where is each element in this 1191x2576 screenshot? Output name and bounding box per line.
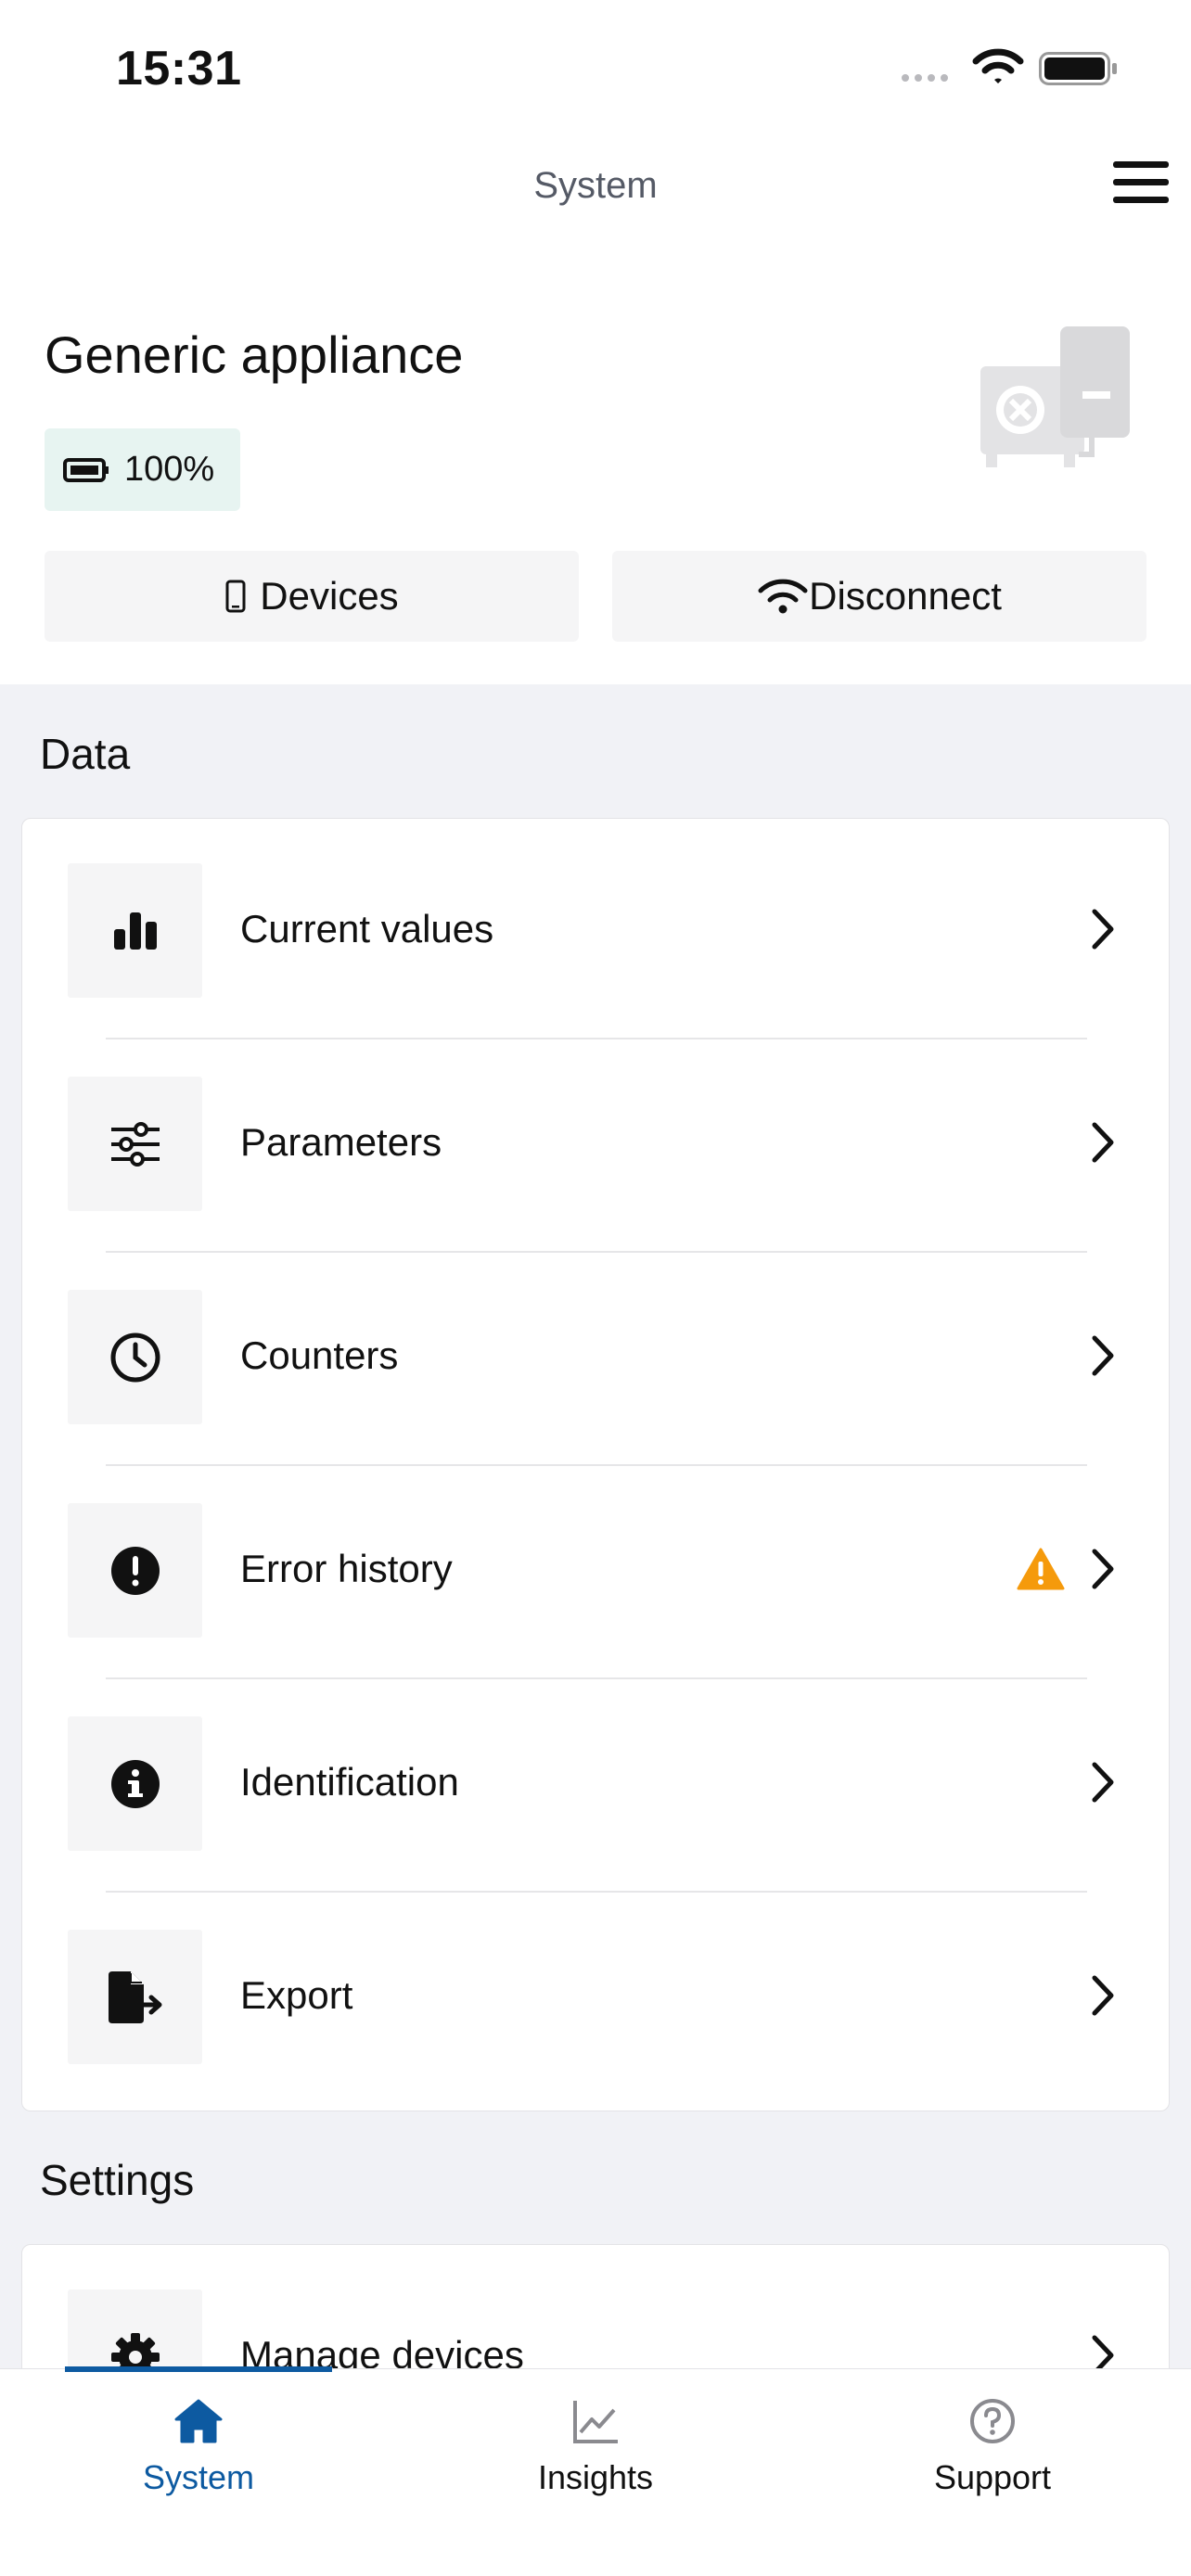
- list-item-current-values[interactable]: Current values: [22, 819, 1169, 1032]
- chevron-right-icon: [1092, 1762, 1114, 1803]
- clock-icon: [110, 1333, 160, 1382]
- list-item-label: Identification: [240, 1760, 459, 1804]
- tab-label: System: [142, 2458, 255, 2496]
- list-item-parameters[interactable]: Parameters: [22, 1032, 1169, 1245]
- list-item-identification[interactable]: Identification: [22, 1672, 1169, 1885]
- phone-icon: [225, 580, 246, 613]
- battery-icon: [63, 457, 109, 482]
- line-chart-icon: [573, 2401, 618, 2443]
- bottom-tab-bar: System Insights Support: [0, 2366, 1191, 2576]
- chevron-right-icon: [1092, 1335, 1114, 1376]
- file-export-icon: [108, 1970, 161, 2023]
- tab-label: Insights: [537, 2458, 654, 2496]
- chevron-right-icon: [1092, 909, 1114, 950]
- exclamation-circle-icon: [110, 1546, 160, 1595]
- list-item-counters[interactable]: Counters: [22, 1245, 1169, 1459]
- chevron-right-icon: [1092, 1122, 1114, 1163]
- hamburger-menu-icon[interactable]: [1113, 161, 1169, 210]
- tab-insights[interactable]: Insights: [397, 2395, 794, 2525]
- list-item-label: Parameters: [240, 1120, 442, 1164]
- info-circle-icon: [110, 1759, 160, 1808]
- battery-level: 100%: [124, 450, 215, 489]
- bar-chart-icon: [113, 912, 157, 950]
- devices-button[interactable]: Devices: [45, 551, 579, 642]
- warning-icon: [1017, 1548, 1065, 1590]
- active-tab-indicator: [65, 2366, 332, 2372]
- battery-status-icon: [1039, 52, 1117, 85]
- appliance-image-icon: [980, 326, 1130, 467]
- question-circle-icon: [970, 2399, 1015, 2443]
- wifi-icon: [758, 579, 808, 614]
- chevron-right-icon: [1092, 1549, 1114, 1589]
- appliance-name: Generic appliance: [45, 325, 464, 384]
- list-item-label: Current values: [240, 907, 494, 950]
- data-card: Current values Parameters Counters Error…: [21, 818, 1170, 2111]
- tab-system[interactable]: System: [0, 2395, 397, 2525]
- list-item-export[interactable]: Export: [22, 1885, 1169, 2098]
- disconnect-button[interactable]: Disconnect: [612, 551, 1146, 642]
- section-title-settings: Settings: [40, 2156, 195, 2204]
- list-item-label: Export: [240, 1973, 353, 2017]
- section-title-data: Data: [40, 730, 131, 778]
- tab-support[interactable]: Support: [794, 2395, 1191, 2525]
- home-icon: [174, 2399, 223, 2443]
- list-item-label: Error history: [240, 1547, 453, 1590]
- status-time: 15:31: [116, 42, 242, 96]
- disconnect-button-label: Disconnect: [809, 574, 1002, 618]
- tab-label: Support: [933, 2458, 1052, 2496]
- sliders-icon: [110, 1121, 160, 1167]
- battery-badge: 100%: [45, 428, 240, 511]
- page-title: System: [533, 165, 658, 206]
- status-bar: 15:31: [0, 0, 1191, 130]
- cellular-signal-icon: [902, 74, 948, 82]
- list-item-error-history[interactable]: Error history: [22, 1459, 1169, 1672]
- list-item-label: Counters: [240, 1333, 399, 1377]
- devices-button-label: Devices: [260, 574, 399, 618]
- chevron-right-icon: [1092, 1975, 1114, 2016]
- wifi-status-icon: [972, 48, 1024, 83]
